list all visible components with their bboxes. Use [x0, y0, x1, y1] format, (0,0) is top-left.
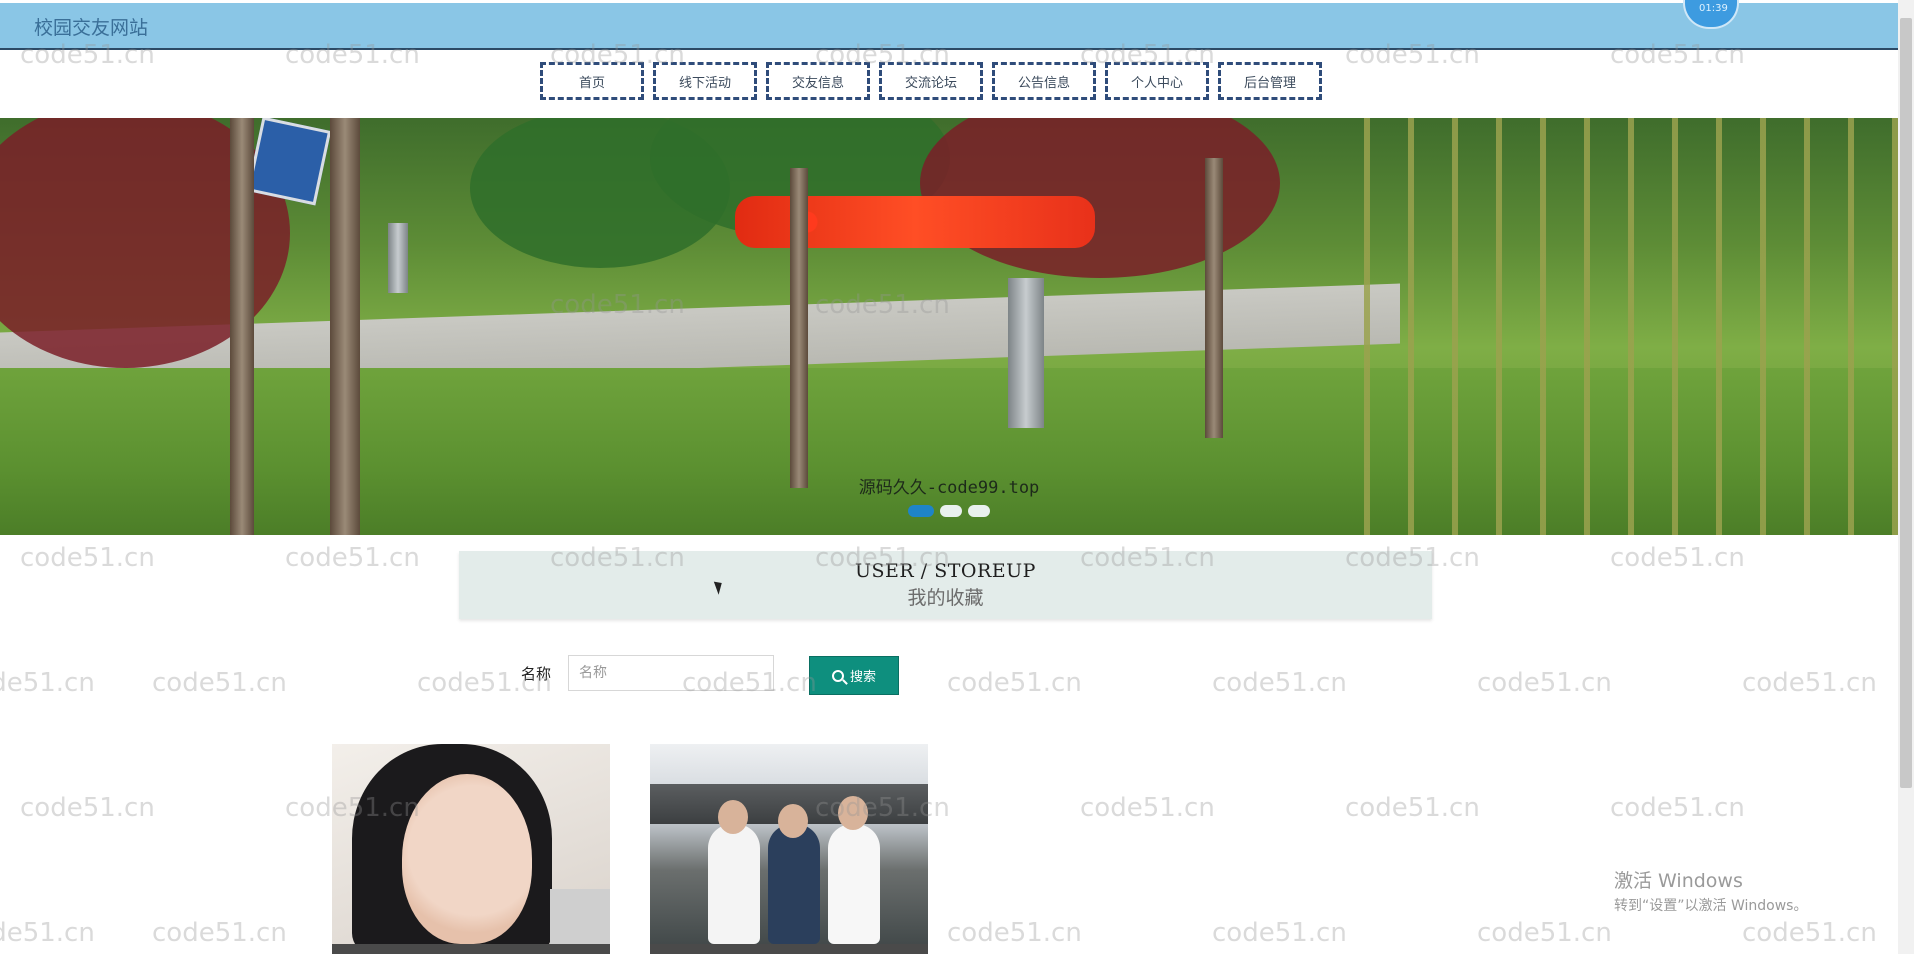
- carousel-dot[interactable]: [968, 505, 990, 517]
- clock-badge: 01:39: [1683, 0, 1739, 29]
- banner-lamp: [388, 223, 408, 293]
- card-image-basket: [550, 889, 610, 944]
- card-image-head: [838, 796, 868, 830]
- watermark-text: code51.cn: [1212, 668, 1347, 698]
- search-button-label: 搜索: [849, 670, 876, 685]
- banner-carousel[interactable]: 源码久久-code99.top: [0, 118, 1898, 535]
- search-icon: [831, 669, 844, 682]
- watermark-text: code51.cn: [1212, 918, 1347, 948]
- card-image-person: [768, 824, 820, 944]
- watermark-text: code51.cn: [1477, 668, 1612, 698]
- nav-item-offline-activities[interactable]: 线下活动: [653, 62, 757, 100]
- watermark-text: code51.cn: [152, 918, 287, 948]
- watermark-text: code51.cn: [947, 668, 1082, 698]
- carousel-dot[interactable]: [940, 505, 962, 517]
- card-image-face: [402, 774, 532, 944]
- watermark-text: code51.cn: [1610, 543, 1745, 573]
- section-title-en: USER / STOREUP: [855, 560, 1036, 582]
- top-bar: 校园交友网站 01:39: [0, 0, 1898, 50]
- search-input[interactable]: [568, 655, 774, 691]
- watermark-text: code51.cn: [1610, 793, 1745, 823]
- watermark-text: code51.cn: [285, 543, 420, 573]
- section-header: USER / STOREUP 我的收藏: [459, 551, 1432, 619]
- card-image-head: [718, 800, 748, 834]
- windows-activation-title: 激活 Windows: [1614, 870, 1743, 892]
- watermark-text: code51.cn: [1080, 793, 1215, 823]
- banner-trunk: [790, 168, 808, 488]
- watermark-text: code51.cn: [1742, 668, 1877, 698]
- card-image-person: [828, 824, 880, 944]
- watermark-text: code51.cn: [20, 543, 155, 573]
- carousel-dots: [908, 505, 990, 517]
- nav-item-personal-center[interactable]: 个人中心: [1105, 62, 1209, 100]
- watermark-text: code51.cn: [0, 668, 95, 698]
- watermark-text: code51.cn: [1345, 793, 1480, 823]
- watermark-text: code51.cn: [152, 668, 287, 698]
- banner-flowers: [735, 196, 1095, 248]
- section-title-cn: 我的收藏: [907, 587, 984, 609]
- card-bottom-bar: [650, 944, 928, 954]
- page-scrollbar[interactable]: [1898, 0, 1914, 954]
- site-title: 校园交友网站: [34, 17, 149, 39]
- scrollbar-thumb[interactable]: [1900, 18, 1912, 788]
- windows-activation-hint: 转到“设置”以激活 Windows。: [1614, 898, 1808, 914]
- banner-caption: 源码久久-code99.top: [858, 478, 1040, 498]
- watermark-text: code51.cn: [1742, 918, 1877, 948]
- nav-item-announcements[interactable]: 公告信息: [992, 62, 1096, 100]
- nav-item-admin[interactable]: 后台管理: [1218, 62, 1322, 100]
- banner-sign: [246, 118, 332, 206]
- main-nav: 首页 线下活动 交友信息 交流论坛 公告信息 个人中心 后台管理: [540, 62, 1322, 104]
- watermark-text: code51.cn: [1477, 918, 1612, 948]
- nav-item-dating-info[interactable]: 交友信息: [766, 62, 870, 100]
- search-button[interactable]: 搜索: [809, 656, 899, 695]
- favorite-card[interactable]: [650, 744, 928, 954]
- carousel-dot[interactable]: [908, 505, 934, 517]
- banner-trunk: [1205, 158, 1223, 438]
- banner-lamp: [1008, 278, 1044, 428]
- watermark-text: code51.cn: [947, 918, 1082, 948]
- watermark-text: code51.cn: [20, 793, 155, 823]
- windows-activation-notice: 激活 Windows 转到“设置”以激活 Windows。: [1614, 866, 1807, 915]
- watermark-text: code51.cn: [0, 918, 95, 948]
- search-label: 名称: [521, 665, 552, 683]
- nav-item-home[interactable]: 首页: [540, 62, 644, 100]
- clock-text: 01:39: [1699, 3, 1728, 14]
- favorite-card[interactable]: [332, 744, 610, 954]
- card-image-person: [708, 824, 760, 944]
- card-image-head: [778, 804, 808, 838]
- nav-item-forum[interactable]: 交流论坛: [879, 62, 983, 100]
- card-bottom-bar: [332, 944, 610, 954]
